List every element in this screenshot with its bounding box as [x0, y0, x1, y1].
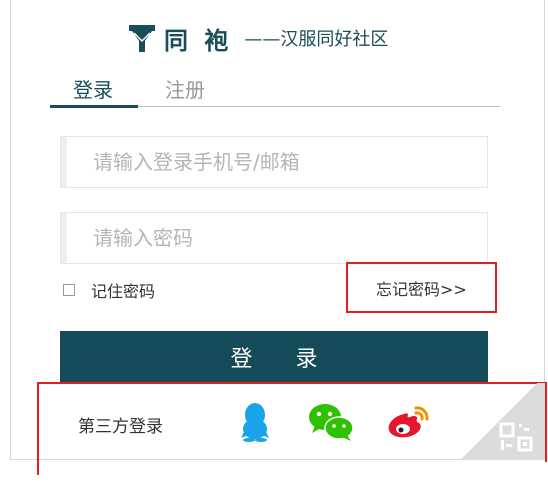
qr-code-icon — [499, 422, 533, 452]
brand-slogan: ——汉服同好社区 — [244, 29, 389, 50]
login-button[interactable]: 登 录 — [60, 331, 488, 383]
phone-email-field — [60, 136, 488, 188]
phone-email-input[interactable] — [75, 137, 475, 187]
brand-header: 同 袍 ——汉服同好社区 — [128, 22, 389, 55]
remember-checkbox[interactable] — [63, 284, 75, 296]
qq-icon[interactable] — [240, 402, 270, 442]
brand-name: 同 袍 — [164, 26, 233, 55]
password-input[interactable] — [75, 213, 475, 263]
wechat-icon[interactable] — [307, 402, 355, 442]
qr-login-corner[interactable] — [453, 383, 545, 460]
remember-password[interactable]: 记住密码 — [63, 278, 155, 302]
forgot-password-link[interactable]: 忘记密码>> — [376, 276, 467, 300]
auth-tabs: 登录 注册 — [50, 72, 500, 108]
active-tab-indicator — [50, 105, 138, 108]
highlight-tail — [37, 460, 39, 475]
password-field — [60, 212, 488, 264]
remember-label: 记住密码 — [91, 282, 156, 301]
weibo-icon[interactable] — [386, 404, 430, 440]
third-party-label: 第三方登录 — [78, 417, 163, 437]
logo-icon — [129, 25, 155, 52]
tab-register[interactable]: 注册 — [165, 74, 205, 103]
tab-login[interactable]: 登录 — [73, 74, 113, 103]
